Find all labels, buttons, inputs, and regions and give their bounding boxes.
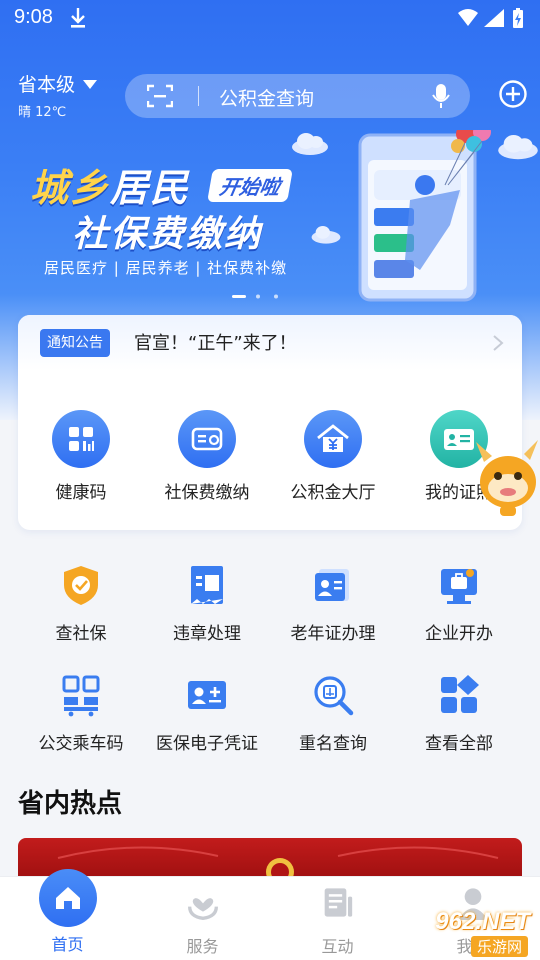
notice-bar[interactable]: 通知公告 官宣！“正午”来了！: [18, 315, 522, 371]
service-heart-icon: [187, 898, 218, 921]
service-label: 医保电子凭证: [156, 734, 258, 754]
notice-message[interactable]: 官宣！“正午”来了！: [134, 329, 297, 355]
download-icon: [71, 8, 85, 28]
interact-doc-icon: [324, 888, 352, 917]
location-name: 省本级: [18, 74, 76, 96]
cloud-decoration: [311, 226, 341, 244]
chevron-down-icon: [83, 80, 98, 89]
weather-text: 晴 12℃: [18, 105, 67, 120]
bus-qr-icon: [62, 675, 100, 717]
service-bus-code[interactable]: 公交乘车码: [18, 665, 144, 755]
signal-icon: [484, 9, 504, 27]
tab-label: 互动: [321, 937, 354, 956]
name-search-icon: [314, 676, 354, 716]
banner-subtitle: 居民医疗 | 居民养老 | 社保费补缴: [44, 259, 288, 277]
service-medical-insurance-voucher[interactable]: 医保电子凭证: [144, 665, 270, 755]
main-services-card: 通知公告 官宣！“正午”来了！ 健康码 社保费缴纳 公积金大厅 我的证照: [18, 315, 522, 530]
service-duplicate-name-search[interactable]: 重名查询: [270, 665, 396, 755]
service-senior-card[interactable]: 老年证办理: [270, 555, 396, 645]
id-card-icon: [315, 569, 349, 601]
health-code-icon: [52, 410, 110, 468]
watermark-logo: 962.NET 乐游网: [404, 908, 534, 958]
home-icon: [38, 869, 97, 927]
service-label: 公积金大厅: [290, 483, 376, 503]
main-services-row: 健康码 社保费缴纳 公积金大厅 我的证照: [18, 407, 522, 507]
carousel-indicator: [232, 294, 278, 299]
service-view-all[interactable]: 查看全部: [396, 665, 522, 755]
grid-all-icon: [441, 675, 479, 713]
social-security-card-icon: [178, 410, 236, 468]
service-check-social-security[interactable]: 查社保: [18, 555, 144, 645]
notice-badge: 通知公告: [40, 329, 110, 357]
section-title: 省内热点: [18, 789, 123, 819]
service-social-security-payment[interactable]: 社保费缴纳: [144, 407, 270, 507]
shield-icon: [64, 566, 98, 605]
tab-label: 服务: [186, 937, 219, 956]
service-label: 老年证办理: [290, 624, 376, 644]
scan-icon[interactable]: [147, 84, 173, 108]
chevron-right-icon[interactable]: [492, 334, 504, 352]
housing-fund-icon: [304, 410, 362, 468]
service-health-code[interactable]: 健康码: [18, 407, 144, 507]
status-icons: [458, 8, 523, 28]
status-time: 9:08: [14, 6, 53, 28]
service-housing-fund-hall[interactable]: 公积金大厅: [270, 407, 396, 507]
service-label: 健康码: [55, 483, 107, 503]
service-label: 社保费缴纳: [164, 483, 250, 503]
tab-service[interactable]: 服务: [135, 877, 270, 960]
search-placeholder: 公积金查询: [219, 88, 315, 110]
search-bar[interactable]: 公积金查询: [125, 74, 470, 118]
service-label: 企业开办: [425, 624, 493, 644]
service-label: 违章处理: [173, 624, 241, 644]
service-violation-handling[interactable]: 违章处理: [144, 555, 270, 645]
wifi-icon: [458, 9, 478, 26]
medical-card-icon: [188, 681, 226, 709]
add-icon[interactable]: [498, 79, 528, 109]
mascot-icon[interactable]: [470, 430, 540, 520]
battery-icon: [513, 8, 523, 28]
search-divider: [198, 86, 199, 106]
location-selector[interactable]: 省本级 晴 12℃: [18, 70, 98, 120]
service-business-startup[interactable]: 企业开办: [396, 555, 522, 645]
status-bar: 9:08: [0, 0, 540, 36]
banner-title-line1: 城乡居民: [30, 166, 191, 210]
mic-icon[interactable]: [432, 83, 450, 109]
watermark-line2: 乐游网: [470, 936, 528, 957]
ticket-icon: [191, 566, 223, 604]
cloud-decoration: [292, 133, 328, 155]
banner-tag: 开始啦: [207, 169, 293, 202]
tab-interact[interactable]: 互动: [270, 877, 405, 960]
service-label: 查社保: [55, 624, 107, 644]
banner-title-line2: 社保费缴纳: [72, 214, 263, 255]
promo-banner[interactable]: 城乡居民 开始啦 社保费缴纳 居民医疗 | 居民养老 | 社保费补缴: [0, 125, 540, 310]
service-label: 查看全部: [425, 734, 493, 754]
monitor-briefcase-icon: [441, 569, 477, 604]
service-label: 重名查询: [299, 734, 367, 754]
services-grid: 查社保 违章处理 老年证办理 企业开办 公交乘车码 医保电子凭证 重名查询 查看…: [18, 555, 522, 755]
watermark-line1: 962.NET: [435, 908, 530, 935]
tab-home[interactable]: 首页: [0, 869, 135, 960]
top-bar: 省本级 晴 12℃ 公积金查询: [0, 62, 540, 128]
phone-illustration: [358, 130, 491, 302]
tab-label: 首页: [51, 935, 84, 954]
service-label: 公交乘车码: [38, 734, 124, 754]
